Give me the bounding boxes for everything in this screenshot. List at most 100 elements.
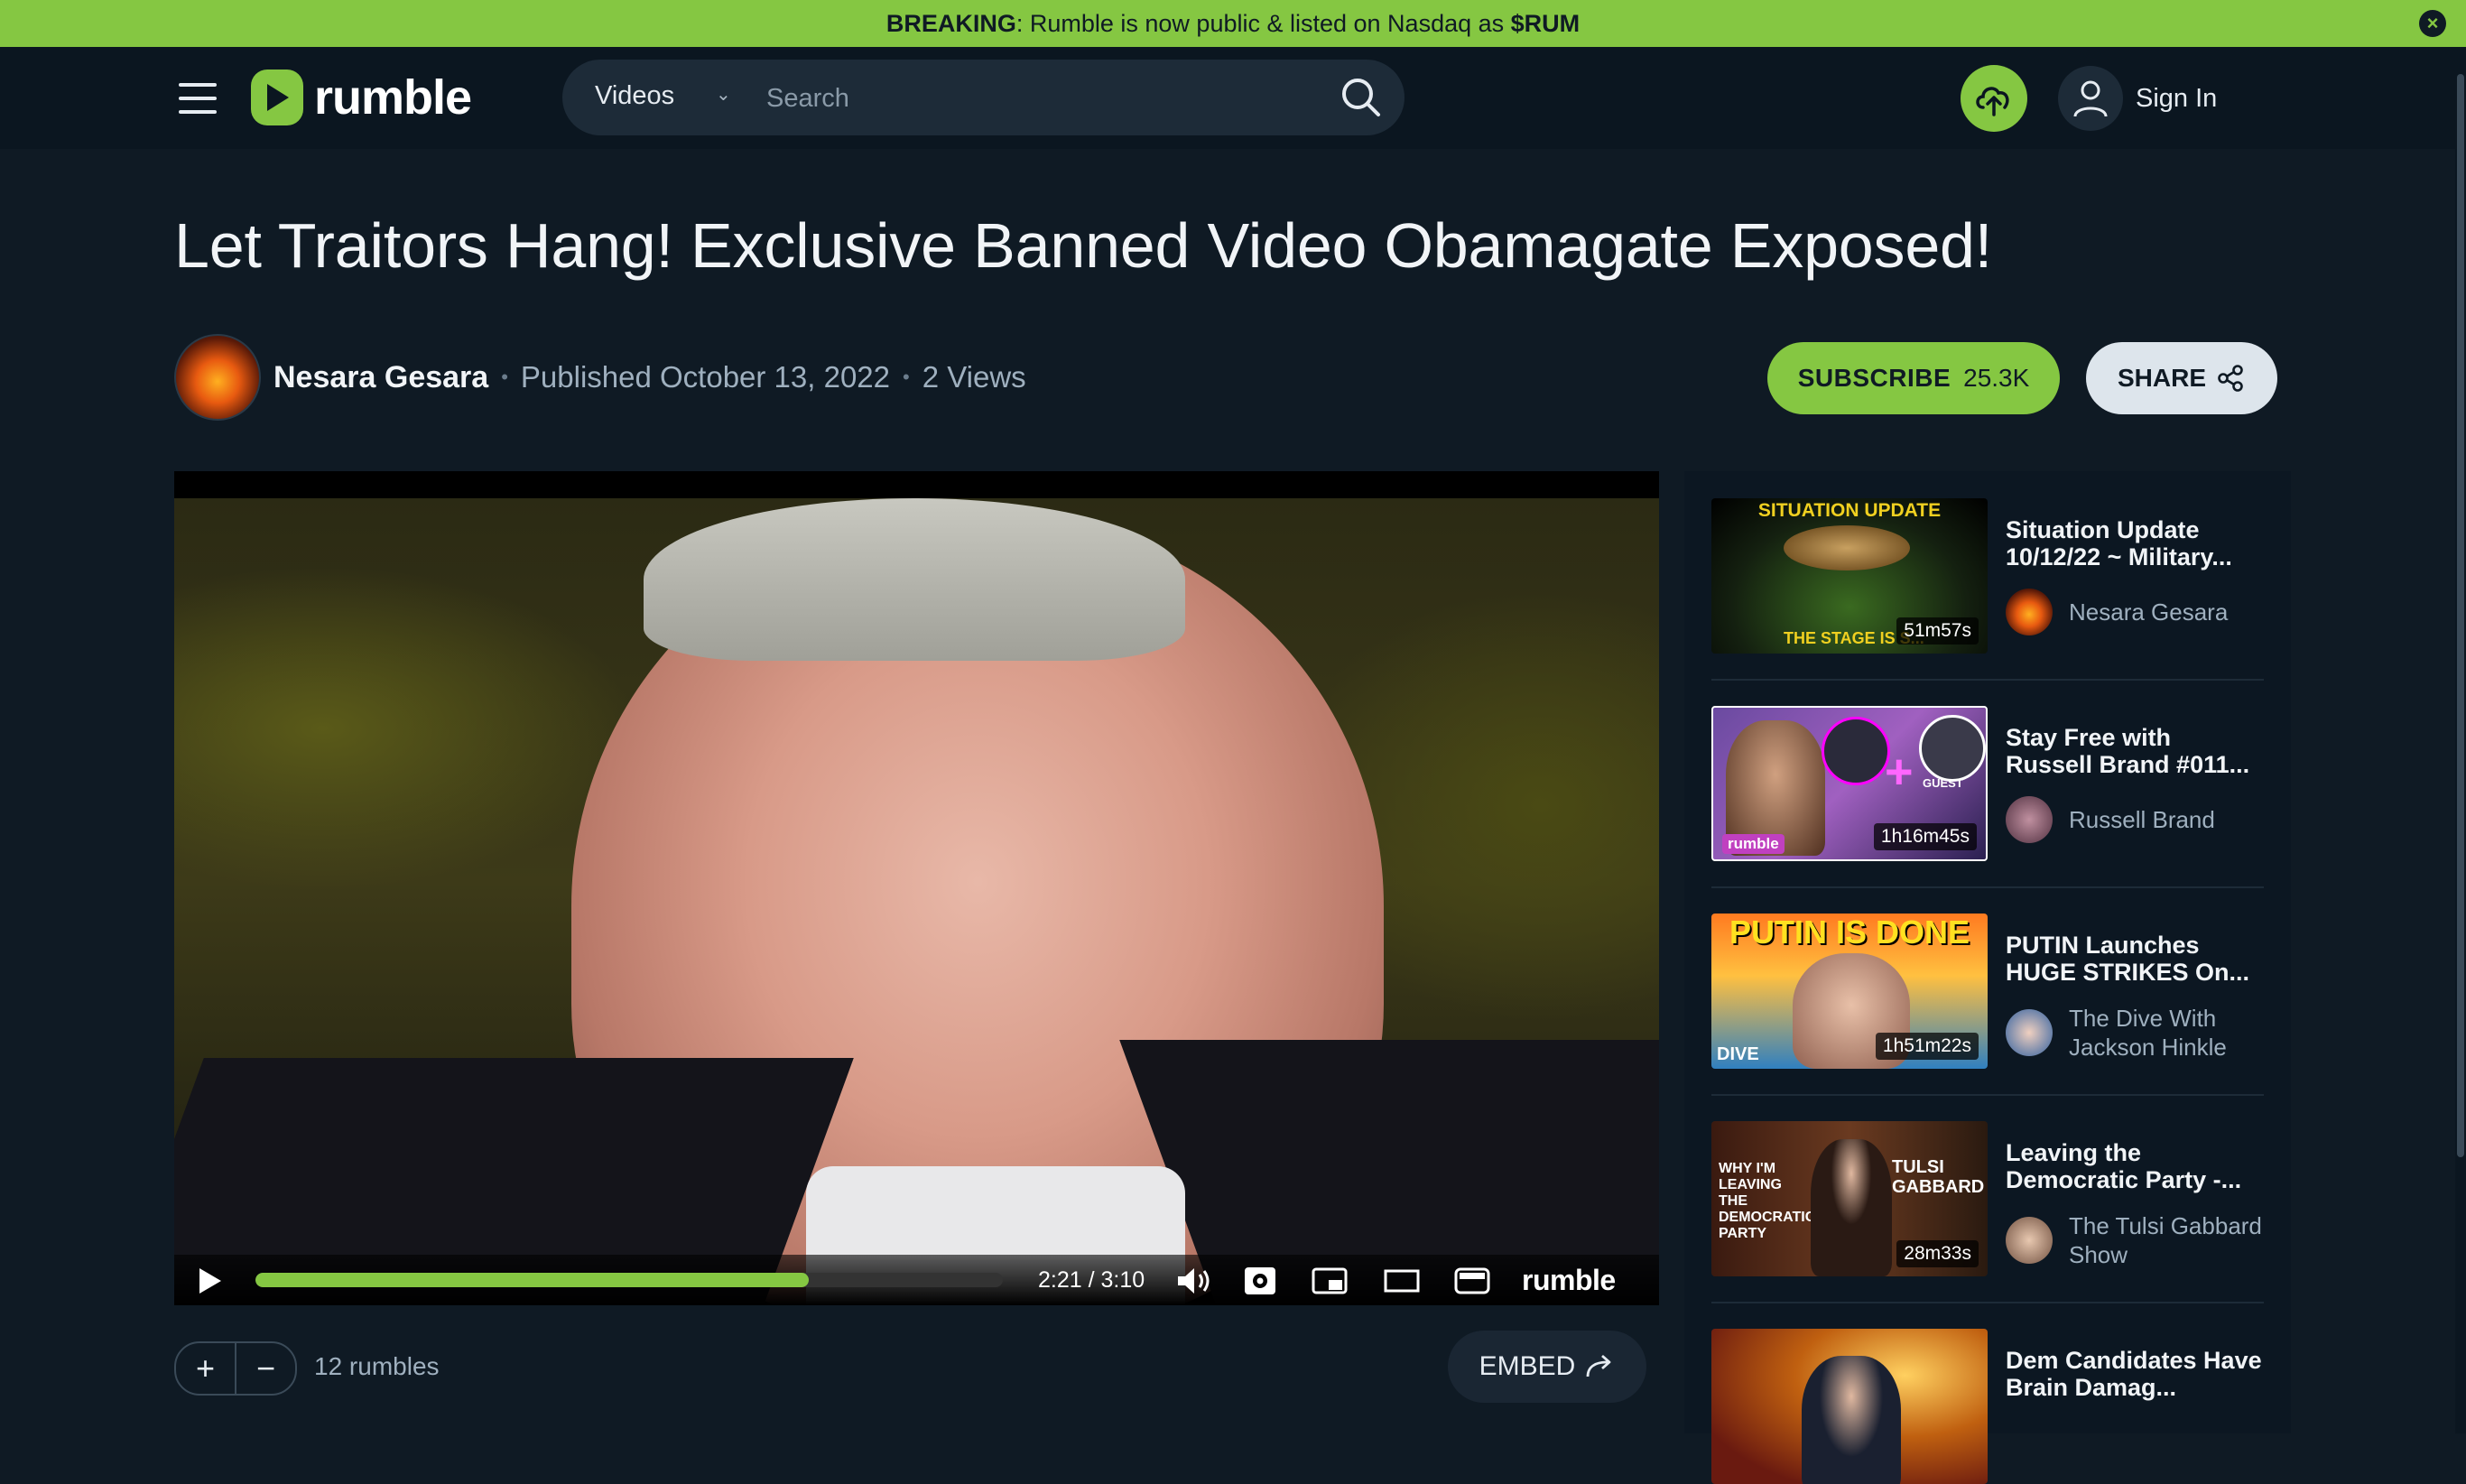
progress-bar[interactable] [255, 1273, 1003, 1287]
search-input[interactable] [765, 76, 1310, 121]
share-icon [2218, 365, 2243, 392]
pip-icon[interactable] [1312, 1266, 1348, 1296]
related-video-channel[interactable]: Russell Brand [2006, 796, 2276, 843]
thumbnail-text: SITUATION UPDATE [1757, 500, 1942, 521]
site-header: rumble Videos ⌄ Sign In [0, 47, 2455, 149]
subscriber-count: 25.3K [1963, 364, 2030, 392]
settings-icon[interactable] [1243, 1266, 1277, 1296]
thumbnail-person [1802, 1356, 1901, 1484]
related-video-title[interactable]: Dem Candidates Have Brain Damag... [2006, 1347, 2264, 1401]
video-hair [644, 498, 1185, 661]
thumbnail-text: GUEST [1923, 776, 1963, 790]
user-icon [2058, 66, 2123, 131]
channel-avatar [2006, 1217, 2053, 1264]
play-icon[interactable] [194, 1266, 225, 1296]
rumble-up-button[interactable]: + [176, 1343, 236, 1394]
video-player[interactable]: 2:21 / 3:10 rumble [174, 471, 1659, 1305]
related-video-title[interactable]: Leaving the Democratic Party -... [2006, 1139, 2264, 1193]
channel-name: Nesara Gesara [2069, 598, 2229, 626]
video-thumbnail[interactable]: WHY I'M LEAVING THE DEMOCRATIC PARTY TUL… [1711, 1121, 1988, 1276]
channel-avatar [2006, 589, 2053, 635]
related-video-card[interactable]: PUTIN IS DONE DIVE 1h51m22s PUTIN Launch… [1711, 914, 2264, 1069]
logo-play-icon [251, 70, 303, 125]
channel-name: Russell Brand [2069, 806, 2215, 833]
related-video-channel[interactable]: The Tulsi Gabbard Show [2006, 1211, 2276, 1269]
related-video-channel[interactable]: Nesara Gesara [2006, 589, 2276, 635]
breaking-banner: BREAKING: Rumble is now public & listed … [0, 0, 2466, 47]
channel-name: The Tulsi Gabbard Show [2069, 1212, 2262, 1268]
related-video-card[interactable]: + GUEST rumble 1h16m45s Stay Free with R… [1711, 706, 2264, 861]
video-thumbnail[interactable] [1711, 1329, 1988, 1484]
divider [1711, 679, 2264, 681]
separator-dot: • [903, 366, 910, 388]
video-thumbnail[interactable]: PUTIN IS DONE DIVE 1h51m22s [1711, 914, 1988, 1069]
share-button[interactable]: SHARE [2086, 342, 2277, 414]
rumble-down-button[interactable]: − [236, 1343, 295, 1394]
close-icon[interactable]: × [2419, 10, 2446, 37]
video-duration: 28m33s [1896, 1240, 1979, 1267]
separator-dot: • [501, 366, 508, 388]
thumbnail-person [1811, 1139, 1892, 1276]
chevron-down-icon[interactable]: ⌄ [716, 83, 731, 106]
share-label: SHARE [2117, 364, 2206, 392]
related-video-card[interactable]: SITUATION UPDATE THE STAGE IS S... 51m57… [1711, 498, 2264, 654]
related-video-card[interactable]: Dem Candidates Have Brain Damag... [1711, 1329, 2264, 1484]
player-controls: 2:21 / 3:10 rumble [174, 1255, 1659, 1305]
scrollbar-thumb[interactable] [2457, 74, 2464, 1157]
subscribe-button[interactable]: SUBSCRIBE 25.3K [1767, 342, 2060, 414]
progress-fill [255, 1273, 809, 1287]
thumbnail-text: PUTIN IS DONE [1729, 914, 1970, 951]
embed-label: EMBED [1479, 1351, 1576, 1381]
view-count: 2 Views [922, 360, 1026, 394]
thumbnail-guest [1822, 717, 1890, 785]
thumbnail-text-2: TULSI GABBARD [1892, 1157, 1985, 1197]
video-duration: 51m57s [1896, 617, 1979, 645]
search-icon[interactable] [1338, 74, 1385, 121]
rumble-vote-buttons: + − [174, 1341, 297, 1396]
video-meta: Nesara Gesara • Published October 13, 20… [174, 334, 1026, 421]
channel-name: The Dive With Jackson Hinkle [2069, 1005, 2227, 1061]
sign-in-label: Sign In [2136, 83, 2218, 113]
rumble-logo[interactable]: rumble [251, 68, 472, 127]
video-thumbnail[interactable]: SITUATION UPDATE THE STAGE IS S... 51m57… [1711, 498, 1988, 654]
plus-icon: + [1885, 745, 1914, 799]
rumble-count: 12 rumbles [314, 1352, 440, 1380]
banner-label: BREAKING [885, 9, 1016, 37]
channel-avatar [2006, 1009, 2053, 1056]
page-scrollbar[interactable] [2455, 47, 2466, 1433]
thumbnail-text-2: DIVE [1717, 1044, 1759, 1064]
upload-icon[interactable] [1961, 65, 2027, 132]
menu-icon[interactable] [179, 83, 217, 114]
video-thumbnail[interactable]: + GUEST rumble 1h16m45s [1711, 706, 1988, 861]
related-video-title[interactable]: Situation Update 10/12/22 ~ Military... [2006, 516, 2264, 570]
logo-text: rumble [314, 70, 472, 125]
theater-mode-icon[interactable] [1384, 1266, 1420, 1296]
divider [1711, 1094, 2264, 1096]
subscribe-label: SUBSCRIBE [1797, 364, 1951, 392]
related-video-channel[interactable]: The Dive With Jackson Hinkle [2006, 1004, 2276, 1062]
thumbnail-text-2: rumble [1722, 834, 1785, 854]
video-title: Let Traitors Hang! Exclusive Banned Vide… [174, 210, 1993, 281]
embed-arrow-icon [1586, 1354, 1611, 1377]
related-video-title[interactable]: PUTIN Launches HUGE STRIKES On... [2006, 932, 2264, 986]
thumbnail-text: WHY I'M LEAVING THE DEMOCRATIC PARTY [1719, 1161, 1816, 1241]
thumbnail-guest [1919, 715, 1986, 782]
embed-button[interactable]: EMBED [1448, 1331, 1646, 1403]
channel-avatar[interactable] [174, 334, 261, 421]
channel-name[interactable]: Nesara Gesara [273, 360, 488, 395]
fullscreen-icon[interactable] [1454, 1266, 1490, 1296]
time-display: 2:21 / 3:10 [1038, 1267, 1145, 1293]
video-duration: 1h51m22s [1875, 1033, 1979, 1060]
volume-icon[interactable] [1174, 1266, 1214, 1296]
player-brand[interactable]: rumble [1522, 1264, 1616, 1297]
video-frame[interactable] [174, 498, 1659, 1305]
banner-message: : Rumble is now public & listed on Nasda… [1015, 9, 1511, 37]
related-videos-sidebar: SITUATION UPDATE THE STAGE IS S... 51m57… [1684, 471, 2291, 1484]
banner-ticker: $RUM [1510, 9, 1581, 37]
search-category-select[interactable]: Videos [595, 81, 674, 111]
related-video-card[interactable]: WHY I'M LEAVING THE DEMOCRATIC PARTY TUL… [1711, 1121, 2264, 1276]
thumbnail-graphic [1784, 525, 1910, 570]
sign-in-button[interactable]: Sign In [2058, 65, 2217, 132]
related-video-title[interactable]: Stay Free with Russell Brand #011... [2006, 724, 2264, 778]
search-bar: Videos ⌄ [562, 60, 1405, 135]
